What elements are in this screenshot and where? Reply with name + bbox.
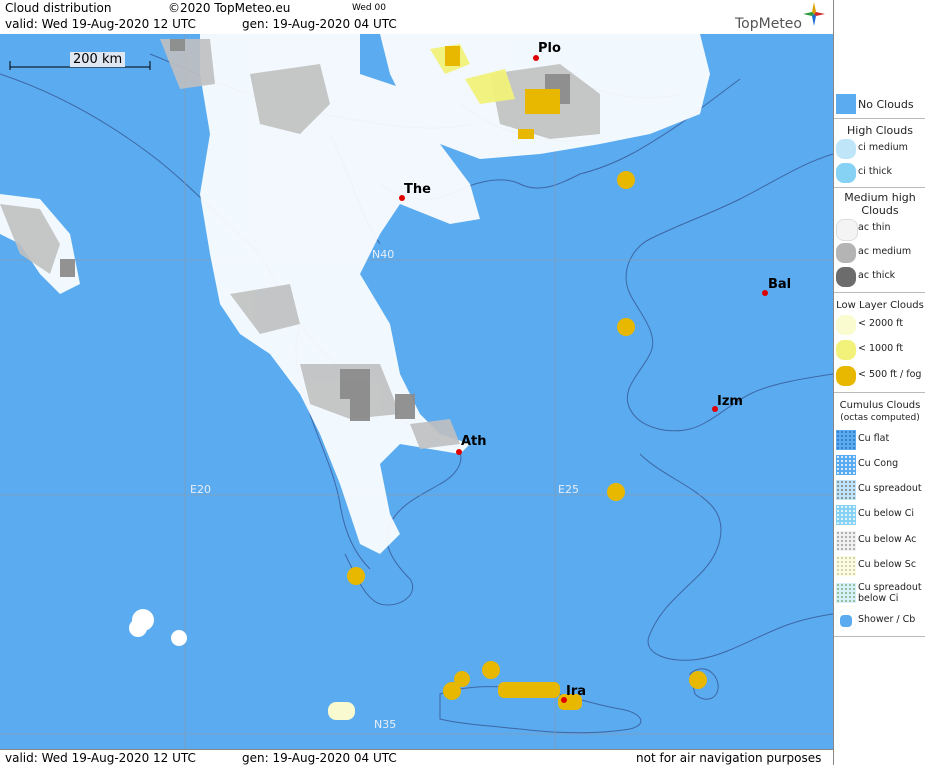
legend-ac-medium: ac medium <box>834 242 925 264</box>
grid-label-e20: E20 <box>190 483 211 496</box>
topmeteo-logo: TopMeteo <box>735 2 825 32</box>
legend-cu-spreadout-below-ci: Cu spreadout below Ci <box>834 582 925 608</box>
footer-valid-time: valid: Wed 19-Aug-2020 12 UTC <box>5 751 196 765</box>
city-label-ath[interactable]: Ath <box>461 434 487 449</box>
shower-cb-swatch <box>836 611 856 631</box>
below-2000ft-swatch <box>836 315 856 335</box>
legend-shower-cb: Shower / Cb <box>834 610 925 632</box>
cu-below-ac-swatch <box>836 531 856 551</box>
city-label-bal[interactable]: Bal <box>768 277 791 292</box>
city-label-ira[interactable]: Ira <box>566 684 586 699</box>
cu-cong-swatch <box>836 455 856 475</box>
legend-cumulus-heading: Cumulus Clouds <box>839 400 921 411</box>
legend-medium-high-heading: Medium high Clouds <box>844 191 916 217</box>
ac-medium-swatch <box>836 243 856 263</box>
grid-label-n40: N40 <box>372 248 395 261</box>
scale-label: 200 km <box>70 52 126 67</box>
cu-spreadout-swatch <box>836 480 856 500</box>
below-1000ft-swatch <box>836 340 856 360</box>
no-clouds-swatch <box>836 94 856 114</box>
map-canvas <box>0 34 833 749</box>
ci-thick-swatch <box>836 163 856 183</box>
grid-label-e25: E25 <box>558 483 579 496</box>
run-tag: Wed 00 <box>352 3 386 13</box>
legend-cumulus-subheading: (octas computed) <box>840 413 920 423</box>
map-footer: valid: Wed 19-Aug-2020 12 UTC gen: 19-Au… <box>0 749 833 766</box>
legend-cu-below-ci: Cu below Ci <box>834 504 925 526</box>
legend-below-1000ft: < 1000 ft <box>834 339 925 361</box>
legend-below-500ft-fog: < 500 ft / fog <box>834 365 925 387</box>
navigation-disclaimer: not for air navigation purposes <box>636 751 822 765</box>
below-500ft-fog-swatch <box>836 366 856 386</box>
legend-ci-thick: ci thick <box>834 162 925 184</box>
legend-ac-thick: ac thick <box>834 266 925 288</box>
cu-below-sc-swatch <box>836 556 856 576</box>
legend-cu-flat: Cu flat <box>834 429 925 451</box>
legend-cu-below-sc: Cu below Sc <box>834 555 925 577</box>
grid-label-n35: N35 <box>374 718 397 731</box>
legend-no-clouds: No Clouds <box>834 93 925 115</box>
legend-low-layer-heading: Low Layer Clouds <box>836 300 924 311</box>
legend-cu-spreadout: Cu spreadout <box>834 479 925 501</box>
ac-thin-swatch <box>836 219 858 241</box>
brand-name: TopMeteo <box>735 16 802 32</box>
map-title: Cloud distribution <box>5 1 112 15</box>
cu-flat-swatch <box>836 430 856 450</box>
ci-medium-swatch <box>836 139 856 159</box>
ac-thick-swatch <box>836 267 856 287</box>
city-label-izm[interactable]: Izm <box>717 394 743 409</box>
valid-time: valid: Wed 19-Aug-2020 12 UTC <box>5 17 196 31</box>
legend-cu-cong: Cu Cong <box>834 454 925 476</box>
legend-ci-medium: ci medium <box>834 138 925 160</box>
cu-below-ci-swatch <box>836 505 856 525</box>
compass-star-icon <box>803 2 825 26</box>
map-header: Cloud distribution ©2020 TopMeteo.eu Wed… <box>0 0 833 35</box>
cloud-map[interactable]: 200 km N40 N35 E20 E25 Plo The Bal Izm A… <box>0 34 833 749</box>
legend-below-2000ft: < 2000 ft <box>834 314 925 336</box>
legend-ac-thin: ac thin <box>834 218 925 241</box>
footer-generated-time: gen: 19-Aug-2020 04 UTC <box>242 751 397 765</box>
city-label-the[interactable]: The <box>404 182 431 197</box>
generated-time: gen: 19-Aug-2020 04 UTC <box>242 17 397 31</box>
cu-spreadout-below-ci-swatch <box>836 583 856 603</box>
cloud-legend: No Clouds High Clouds ci medium ci thick… <box>833 0 925 765</box>
city-label-plo[interactable]: Plo <box>538 41 561 56</box>
copyright-text: ©2020 TopMeteo.eu <box>168 1 291 15</box>
legend-high-clouds-heading: High Clouds <box>847 124 913 137</box>
legend-cu-below-ac: Cu below Ac <box>834 530 925 552</box>
